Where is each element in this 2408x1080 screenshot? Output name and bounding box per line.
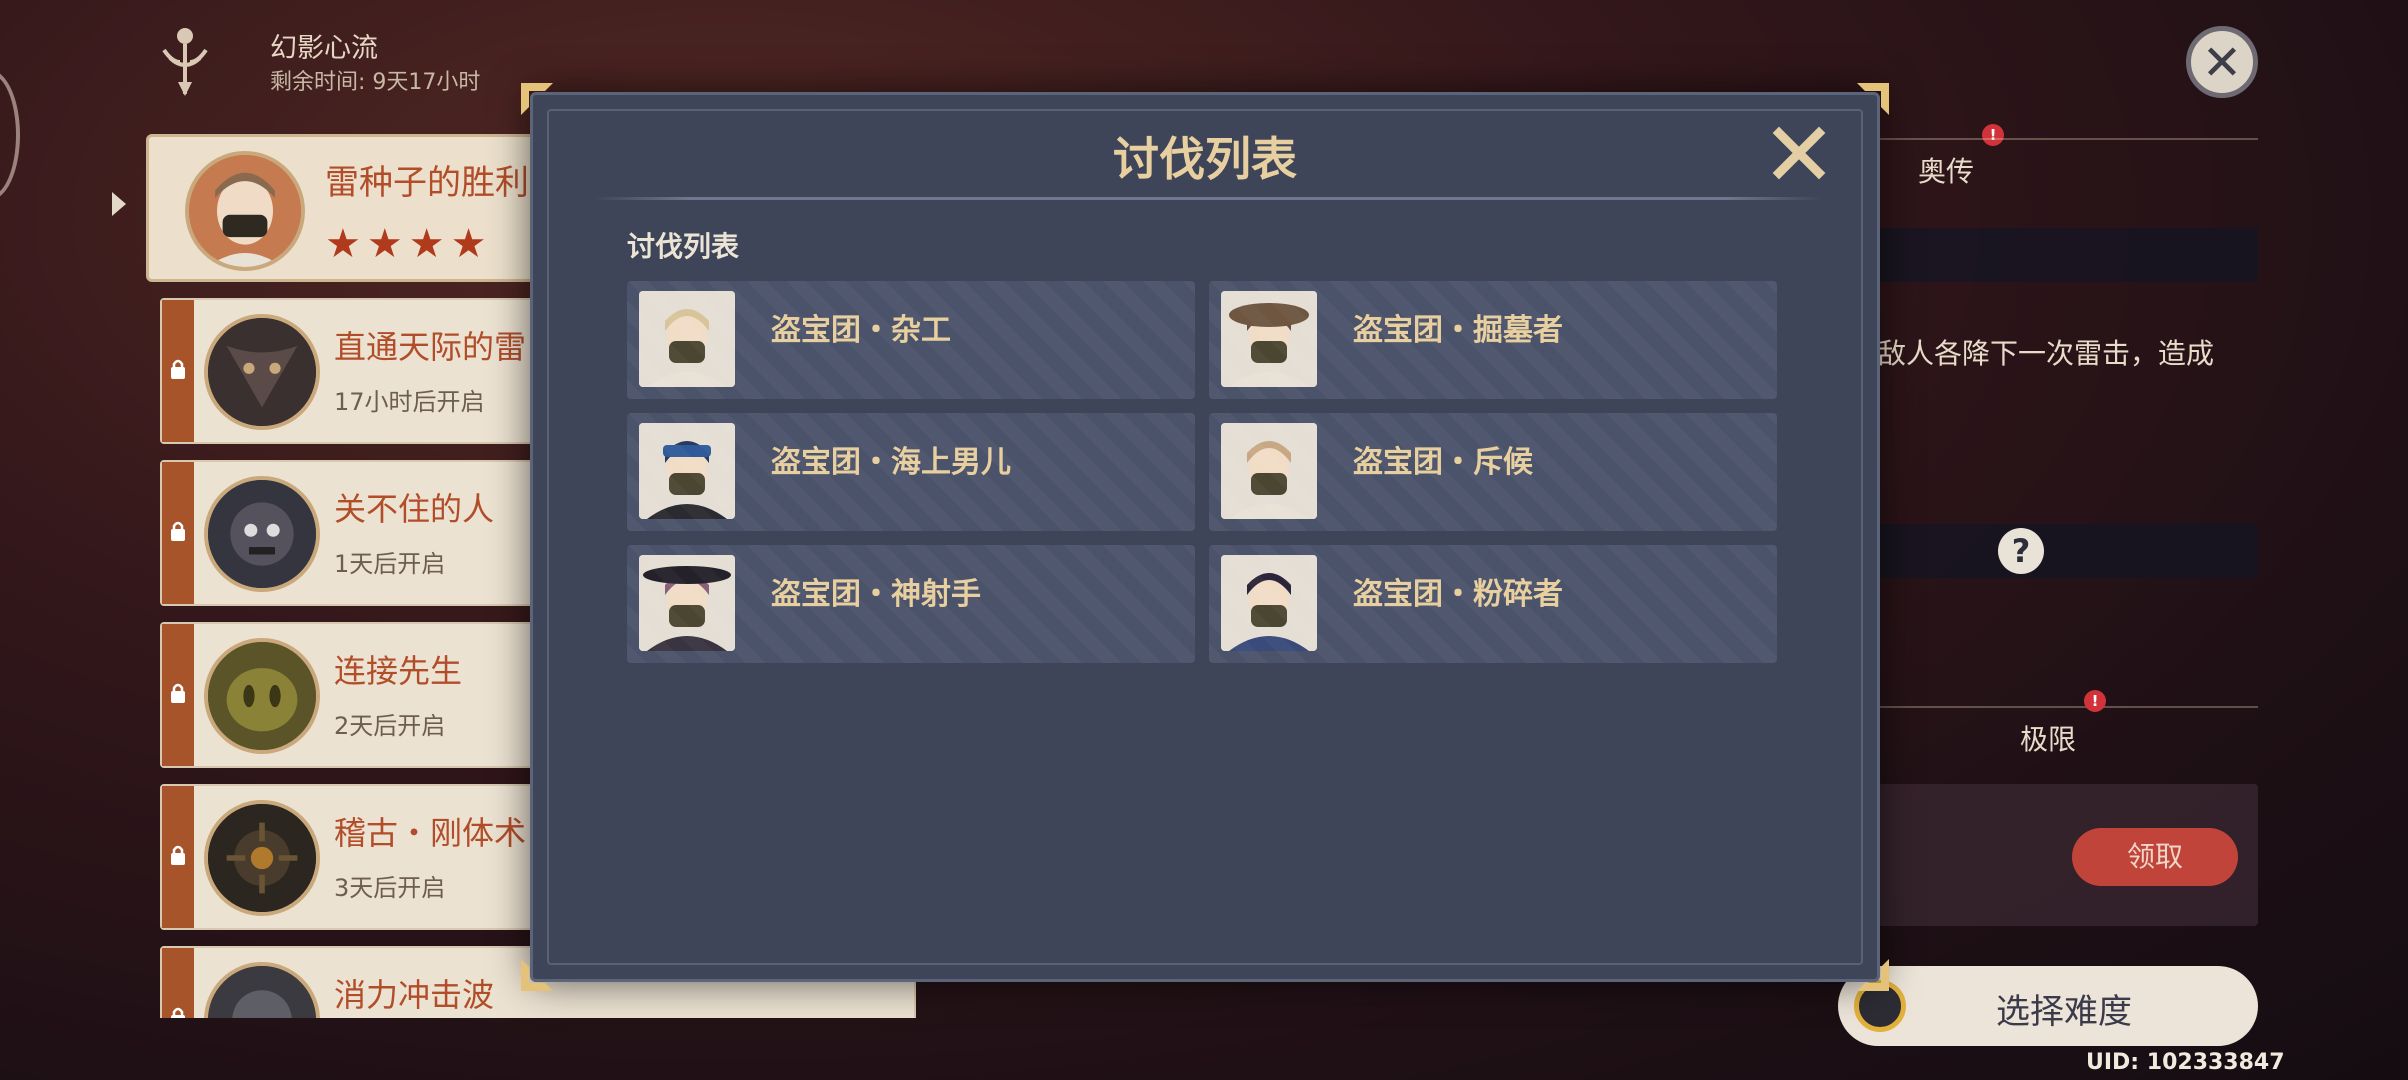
enemy-golem-icon [208, 480, 316, 588]
tab-limit[interactable]: 极限 [2020, 718, 2076, 758]
enemy-avatar [1221, 291, 1317, 387]
claim-button[interactable]: 领取 [2072, 828, 2238, 886]
corner-ornament-icon [1857, 959, 1889, 991]
challenge-unlock-time: 1天后开启 [334, 550, 446, 578]
section-label: 讨伐列表 [627, 230, 740, 263]
lock-icon [171, 1007, 185, 1018]
character-portrait-icon [189, 155, 301, 267]
lock-icon [171, 845, 185, 865]
enemy-card[interactable]: 盗宝团・海上男儿 [627, 413, 1195, 531]
enemy-card[interactable]: 盗宝团・掘墓者 [1209, 281, 1777, 399]
challenge-name: 直通天际的雷 [334, 328, 527, 366]
tab-legend[interactable]: 奥传 [1918, 150, 1974, 190]
corner-ornament-icon [521, 959, 553, 991]
lock-icon [171, 683, 185, 703]
enemy-name: 盗宝团・神射手 [771, 577, 981, 612]
enemy-ruin-icon [208, 804, 316, 912]
challenge-name: 稽古・刚体术 [334, 814, 527, 852]
challenge-name: 关不住的人 [334, 490, 495, 528]
challenge-name: 连接先生 [334, 652, 463, 690]
challenge-description: 敌人各降下一次雷击，造成 [1878, 337, 2215, 370]
tab-divider [1878, 706, 2258, 708]
close-event-button[interactable]: ✕ [2186, 26, 2258, 98]
challenge-unlock-time: 3天后开启 [334, 874, 446, 902]
expand-arrow-icon[interactable] [112, 192, 126, 216]
enemy-name: 盗宝团・斥候 [1353, 445, 1533, 480]
event-emblem-icon [162, 28, 208, 96]
enemy-avatar [639, 555, 735, 651]
enemy-portrait-icon [1221, 555, 1317, 651]
challenge-portrait [204, 962, 320, 1018]
enemy-portrait-icon [639, 291, 735, 387]
uid-label: UID: 102333847 [2086, 1050, 2285, 1075]
event-time-left: 剩余时间: 9天17小时 [270, 70, 481, 95]
challenge-unlock-time: 2天后开启 [334, 712, 446, 740]
enemy-name: 盗宝团・海上男儿 [771, 445, 1011, 480]
enemy-avatar [639, 423, 735, 519]
lock-icon [171, 521, 185, 541]
enemy-slime-icon [208, 642, 316, 750]
enemy-avatar [639, 291, 735, 387]
enemy-portrait-icon [639, 423, 735, 519]
challenge-portrait [185, 151, 305, 271]
challenge-portrait [204, 638, 320, 754]
challenge-portrait [204, 476, 320, 592]
enemy-gear-icon [208, 966, 316, 1018]
modal-close-button[interactable] [1771, 125, 1827, 181]
difficulty-stars: ★★★★ [325, 221, 493, 267]
tab-divider [1878, 138, 2258, 140]
challenge-portrait [204, 314, 320, 430]
buff-bar [1878, 524, 2258, 578]
close-icon: ✕ [2201, 35, 2243, 91]
challenge-name: 雷种子的胜利 [325, 163, 529, 203]
enemy-name: 盗宝团・杂工 [771, 313, 951, 348]
challenge-name: 消力冲击波 [334, 976, 495, 1014]
enemy-card[interactable]: 盗宝团・斥候 [1209, 413, 1777, 531]
notification-badge: ! [2084, 690, 2106, 712]
enemy-avatar [1221, 423, 1317, 519]
choose-difficulty-label: 选择难度 [1996, 992, 2132, 1032]
hunt-list-modal: 讨伐列表 讨伐列表 盗宝团・杂工 盗宝团・掘墓者 盗宝团・海上男儿 盗宝团・斥候… [521, 83, 1889, 991]
enemy-portrait-icon [1221, 423, 1317, 519]
enemy-name: 盗宝团・粉碎者 [1353, 577, 1563, 612]
notification-badge: ! [1982, 124, 2004, 146]
info-bar [1878, 228, 2258, 282]
enemy-avatar [1221, 555, 1317, 651]
enemy-name: 盗宝团・掘墓者 [1353, 313, 1563, 348]
event-header: 幻影心流 剩余时间: 9天17小时 [150, 22, 550, 102]
modal-divider [593, 197, 1823, 200]
enemy-grid: 盗宝团・杂工 盗宝团・掘墓者 盗宝团・海上男儿 盗宝团・斥候 盗宝团・神射手 盗… [627, 281, 1777, 663]
enemy-card[interactable]: 盗宝团・杂工 [627, 281, 1195, 399]
event-title: 幻影心流 [270, 33, 378, 64]
modal-title: 讨伐列表 [1113, 132, 1297, 186]
challenge-portrait [204, 800, 320, 916]
challenge-unlock-time: 17小时后开启 [334, 388, 485, 416]
enemy-portrait-icon [1221, 291, 1317, 387]
enemy-portrait-icon [639, 555, 735, 651]
corner-ornament-icon [521, 83, 553, 115]
corner-ornament-icon [1857, 83, 1889, 115]
enemy-card[interactable]: 盗宝团・粉碎者 [1209, 545, 1777, 663]
help-button[interactable]: ? [1998, 528, 2044, 574]
choose-difficulty-button[interactable]: 选择难度 [1838, 966, 2258, 1046]
enemy-mask-icon [208, 318, 316, 426]
lock-icon [171, 359, 185, 379]
enemy-card[interactable]: 盗宝团・神射手 [627, 545, 1195, 663]
